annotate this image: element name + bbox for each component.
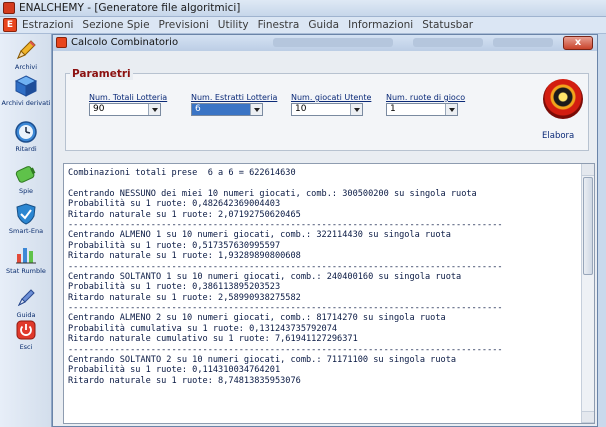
result-line: Probabilità su 1 ruote: 0,11431003476420… bbox=[68, 365, 281, 376]
app-icon bbox=[3, 2, 15, 14]
result-line: Ritardo naturale su 1 ruote: 8,748138359… bbox=[68, 375, 301, 386]
app-logo-icon[interactable]: E bbox=[3, 18, 17, 32]
field-label: Num. Totali Lotteria bbox=[89, 93, 168, 102]
sidebar-item-stat-rumble[interactable]: Stat Rumble bbox=[0, 242, 52, 275]
menu-utility[interactable]: Utility bbox=[218, 19, 249, 31]
results-text: Combinazioni totali prese 6 a 6 = 622614… bbox=[68, 168, 580, 386]
chevron-down-icon[interactable] bbox=[148, 104, 160, 115]
sidebar-item-archivi-derivati[interactable]: Archivi derivati bbox=[0, 74, 52, 107]
result-line: Probabilità cumulativa su 1 ruote: 0,131… bbox=[68, 323, 338, 334]
window-icon bbox=[56, 37, 67, 48]
result-line: ----------------------------------------… bbox=[68, 219, 503, 230]
calcolo-combinatorio-window: Calcolo Combinatorio x Parametri Num. To… bbox=[52, 34, 598, 427]
sidebar-item-guida[interactable]: Guida bbox=[0, 286, 52, 319]
result-line: Ritardo naturale cumulativo su 1 ruote: … bbox=[68, 334, 358, 345]
field-label: Num. giocati Utente bbox=[291, 93, 372, 102]
result-line: Probabilità su 1 ruote: 0,48264236900440… bbox=[68, 199, 281, 210]
menu-guida[interactable]: Guida bbox=[308, 19, 339, 31]
result-line: Centrando SOLTANTO 1 su 10 numeri giocat… bbox=[68, 271, 462, 282]
field-label: Num. ruote di gioco bbox=[386, 93, 466, 102]
close-button[interactable]: x bbox=[563, 36, 593, 50]
child-window-title: Calcolo Combinatorio bbox=[71, 37, 179, 48]
result-line: Probabilità su 1 ruote: 0,51735763099559… bbox=[68, 240, 281, 251]
result-line: Centrando NESSUNO dei miei 10 numeri gio… bbox=[68, 188, 477, 199]
menu-previsioni[interactable]: Previsioni bbox=[159, 19, 209, 31]
result-line: ----------------------------------------… bbox=[68, 261, 503, 272]
scroll-down-arrow[interactable] bbox=[582, 411, 594, 423]
field-estratti-lotteria: Num. Estratti Lotteria 6 bbox=[191, 93, 278, 116]
field-totali-lotteria: Num. Totali Lotteria 90 bbox=[89, 93, 168, 116]
clock-icon bbox=[15, 121, 37, 143]
vertical-scrollbar[interactable] bbox=[581, 164, 594, 423]
result-line: Ritardo naturale su 1 ruote: 1,932898908… bbox=[68, 251, 301, 262]
result-line: ----------------------------------------… bbox=[68, 303, 503, 314]
result-line: Centrando ALMENO 1 su 10 numeri giocati,… bbox=[68, 230, 451, 241]
menu-estrazioni[interactable]: Estrazioni bbox=[22, 19, 73, 31]
window-titlebar: ENALCHEMY - [Generatore file algoritmici… bbox=[0, 0, 606, 17]
field-ruote-di-gioco: Num. ruote di gioco 1 bbox=[386, 93, 466, 116]
background-window-ghost bbox=[413, 38, 483, 47]
ruote-di-gioco-select[interactable]: 1 bbox=[386, 103, 458, 116]
chevron-down-icon[interactable] bbox=[445, 104, 457, 115]
chevron-down-icon[interactable] bbox=[250, 104, 262, 115]
shield-icon bbox=[16, 203, 36, 225]
background-window-ghost bbox=[493, 38, 553, 47]
field-giocati-utente: Num. giocati Utente 10 bbox=[291, 93, 372, 116]
elabora-button[interactable] bbox=[543, 79, 583, 119]
menu-sezione-spie[interactable]: Sezione Spie bbox=[82, 19, 149, 31]
result-line: Combinazioni totali prese 6 a 6 = 622614… bbox=[68, 168, 296, 178]
battery-icon bbox=[15, 166, 36, 183]
left-toolbar: Archivi Archivi derivati Ritardi Spie Sm… bbox=[0, 34, 52, 427]
elabora-label[interactable]: Elabora bbox=[542, 131, 574, 141]
results-textarea[interactable]: Combinazioni totali prese 6 a 6 = 622614… bbox=[63, 163, 595, 424]
sidebar-item-smart-ena[interactable]: Smart-Ena bbox=[0, 202, 52, 235]
estratti-lotteria-select[interactable]: 6 bbox=[191, 103, 263, 116]
child-titlebar: Calcolo Combinatorio x bbox=[53, 35, 597, 51]
cube-icon bbox=[14, 75, 38, 97]
result-line: Centrando SOLTANTO 2 su 10 numeri giocat… bbox=[68, 355, 457, 366]
menu-informazioni[interactable]: Informazioni bbox=[348, 19, 413, 31]
pencil-icon bbox=[17, 40, 36, 59]
sidebar-item-esci[interactable]: Esci bbox=[0, 318, 52, 351]
power-icon bbox=[16, 320, 36, 340]
menu-statusbar[interactable]: Statusbar bbox=[422, 19, 473, 31]
background-window-ghost bbox=[273, 38, 393, 47]
sidebar-item-ritardi[interactable]: Ritardi bbox=[0, 120, 52, 153]
field-label: Num. Estratti Lotteria bbox=[191, 93, 278, 102]
giocati-utente-select[interactable]: 10 bbox=[291, 103, 363, 116]
totali-lotteria-select[interactable]: 90 bbox=[89, 103, 161, 116]
bar-chart-icon bbox=[16, 248, 36, 264]
sidebar-item-archivi[interactable]: Archivi bbox=[0, 38, 52, 71]
scrollbar-thumb[interactable] bbox=[583, 177, 593, 275]
window-title: ENALCHEMY - [Generatore file algoritmici… bbox=[19, 2, 241, 14]
result-line bbox=[68, 178, 580, 188]
parametri-legend: Parametri bbox=[70, 68, 133, 80]
sidebar-item-spie[interactable]: Spie bbox=[0, 162, 52, 195]
menu-finestra[interactable]: Finestra bbox=[258, 19, 300, 31]
menu-bar: E Estrazioni Sezione Spie Previsioni Uti… bbox=[0, 17, 606, 34]
result-line: Ritardo naturale su 1 ruote: 2,071927506… bbox=[68, 209, 301, 220]
scroll-up-arrow[interactable] bbox=[582, 164, 594, 176]
result-line: Probabilità su 1 ruote: 0,38611389520352… bbox=[68, 282, 281, 293]
help-pen-icon bbox=[17, 289, 35, 307]
result-line: ----------------------------------------… bbox=[68, 344, 503, 355]
result-line: Centrando ALMENO 2 su 10 numeri giocati,… bbox=[68, 313, 446, 324]
result-line: Ritardo naturale su 1 ruote: 2,589909382… bbox=[68, 292, 301, 303]
chevron-down-icon[interactable] bbox=[350, 104, 362, 115]
